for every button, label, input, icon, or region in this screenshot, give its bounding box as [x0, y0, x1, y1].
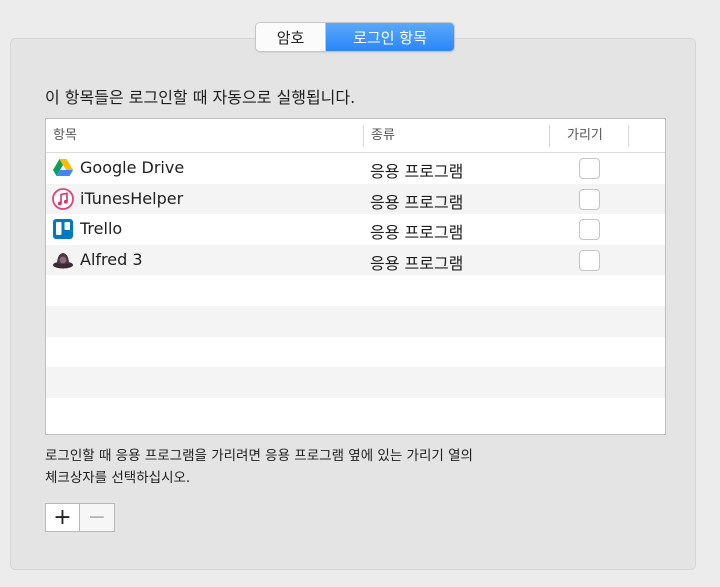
column-separator — [549, 125, 550, 147]
hint-line: 로그인할 때 응용 프로그램을 가리려면 응용 프로그램 옆에 있는 가리기 열… — [45, 448, 473, 464]
hide-checkbox[interactable] — [579, 249, 600, 271]
item-name: iTunesHelper — [80, 188, 184, 208]
hide-checkbox[interactable] — [579, 158, 600, 179]
hide-checkbox[interactable] — [579, 219, 600, 241]
item-name: Alfred 3 — [80, 249, 143, 269]
empty-row — [46, 337, 665, 368]
column-separator — [363, 125, 364, 147]
trello-icon — [52, 218, 74, 240]
tab-login-items[interactable]: 로그인 항목 — [326, 23, 454, 51]
login-items-table: 항목 종류 가리기 Google Drive 응용 프로그램 iTunesHel… — [45, 118, 666, 435]
table-row[interactable]: Trello 응용 프로그램 — [46, 214, 665, 245]
table-body: Google Drive 응용 프로그램 iTunesHelper 응용 프로그… — [46, 153, 665, 428]
hint-line: 체크상자를 선택하십시오. — [45, 470, 191, 486]
alfred-icon — [52, 249, 74, 271]
empty-row — [46, 275, 665, 306]
empty-row — [46, 398, 665, 429]
item-kind: 응용 프로그램 — [370, 192, 464, 212]
hint-text: 로그인할 때 응용 프로그램을 가리려면 응용 프로그램 옆에 있는 가리기 열… — [45, 445, 473, 489]
description-label: 이 항목들은 로그인할 때 자동으로 실행됩니다. — [45, 88, 356, 107]
table-row[interactable]: Google Drive 응용 프로그램 — [46, 153, 665, 184]
item-name: Google Drive — [80, 158, 185, 177]
column-header-hide[interactable]: 가리기 — [567, 119, 603, 153]
column-separator — [628, 125, 629, 147]
remove-button[interactable]: − — [80, 504, 114, 531]
column-header-kind[interactable]: 종류 — [371, 119, 395, 153]
empty-row — [46, 305, 665, 337]
column-header-item[interactable]: 항목 — [53, 119, 77, 153]
item-kind: 응용 프로그램 — [370, 162, 464, 181]
table-row[interactable]: iTunesHelper 응용 프로그램 — [46, 183, 665, 215]
tab-password[interactable]: 암호 — [256, 23, 326, 51]
add-button[interactable]: + — [46, 504, 80, 531]
itunes-icon — [52, 187, 74, 210]
segmented-control: 암호 로그인 항목 — [255, 22, 455, 52]
add-remove-control: + − — [45, 503, 115, 532]
item-kind: 응용 프로그램 — [370, 253, 464, 273]
item-kind: 응용 프로그램 — [370, 223, 464, 243]
hide-checkbox[interactable] — [579, 188, 600, 210]
google-drive-icon — [52, 157, 74, 179]
item-name: Trello — [80, 219, 123, 239]
empty-row — [46, 367, 665, 398]
table-row[interactable]: Alfred 3 응용 프로그램 — [46, 244, 665, 276]
table-header: 항목 종류 가리기 — [46, 119, 665, 153]
